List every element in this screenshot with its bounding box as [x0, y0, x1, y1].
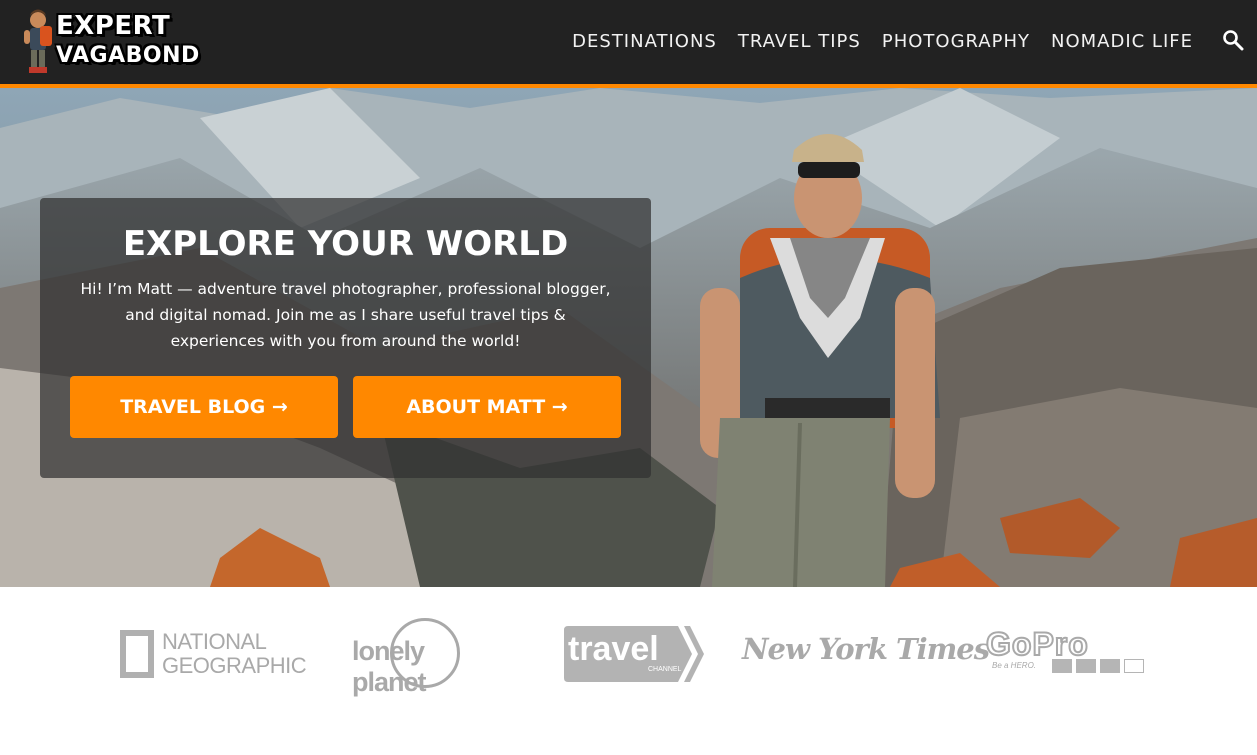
main-nav: DESTINATIONS TRAVEL TIPS PHOTOGRAPHY NOM…: [551, 31, 1193, 52]
gopro-tagline: Be a HERO.: [992, 661, 1037, 670]
gopro-block-icon: [1076, 659, 1096, 673]
site-header: EXPERT VAGABOND DESTINATIONS TRAVEL TIPS…: [0, 0, 1257, 85]
nav-nomadic-life[interactable]: NOMADIC LIFE: [1051, 31, 1193, 52]
gopro-logo: GoPro Be a HERO.: [985, 625, 1146, 678]
nav-photography[interactable]: PHOTOGRAPHY: [882, 31, 1030, 52]
hero-intro-panel: EXPLORE YOUR WORLD Hi! I’m Matt — advent…: [40, 198, 651, 478]
press-logos-section: NATIONAL GEOGRAPHIC lonely planet travel…: [0, 588, 1257, 755]
nav-travel-tips[interactable]: TRAVEL TIPS: [738, 31, 861, 52]
new-york-times-wordmark: New York Times: [742, 632, 990, 666]
site-logo[interactable]: EXPERT VAGABOND: [18, 6, 199, 78]
lonely-planet-logo: lonely planet: [348, 616, 500, 697]
gopro-block-icon: [1100, 659, 1120, 673]
mascot-icon: [24, 9, 52, 73]
about-matt-button[interactable]: ABOUT MATT →: [353, 376, 621, 438]
national-geographic-frame-icon: [120, 630, 154, 678]
national-geographic-wordmark: NATIONAL GEOGRAPHIC: [162, 629, 307, 678]
gopro-wordmark: GoPro: [985, 625, 1089, 663]
travel-channel-wordmark: travel: [568, 630, 659, 668]
logo-line-2: VAGABOND: [56, 43, 200, 68]
gopro-block-icon: [1124, 659, 1144, 673]
national-geographic-logo: NATIONAL GEOGRAPHIC: [118, 626, 307, 682]
travel-blog-button[interactable]: TRAVEL BLOG →: [70, 376, 338, 438]
logo-line-1: EXPERT: [56, 11, 171, 41]
hero-title: EXPLORE YOUR WORLD: [122, 224, 569, 264]
logo-wordmark: EXPERT VAGABOND: [56, 12, 200, 70]
hero-description: Hi! I’m Matt — adventure travel photogra…: [80, 280, 611, 350]
travel-channel-subtitle: CHANNEL: [648, 666, 682, 673]
travel-channel-logo: travel CHANNEL: [560, 624, 706, 684]
gopro-block-icon: [1052, 659, 1072, 673]
search-icon[interactable]: [1222, 29, 1244, 51]
new-york-times-logo: New York Times: [742, 632, 990, 676]
lonely-planet-wordmark: lonely planet: [352, 636, 427, 697]
hero-section: EXPLORE YOUR WORLD Hi! I’m Matt — advent…: [0, 88, 1257, 587]
nav-destinations[interactable]: DESTINATIONS: [572, 31, 717, 52]
